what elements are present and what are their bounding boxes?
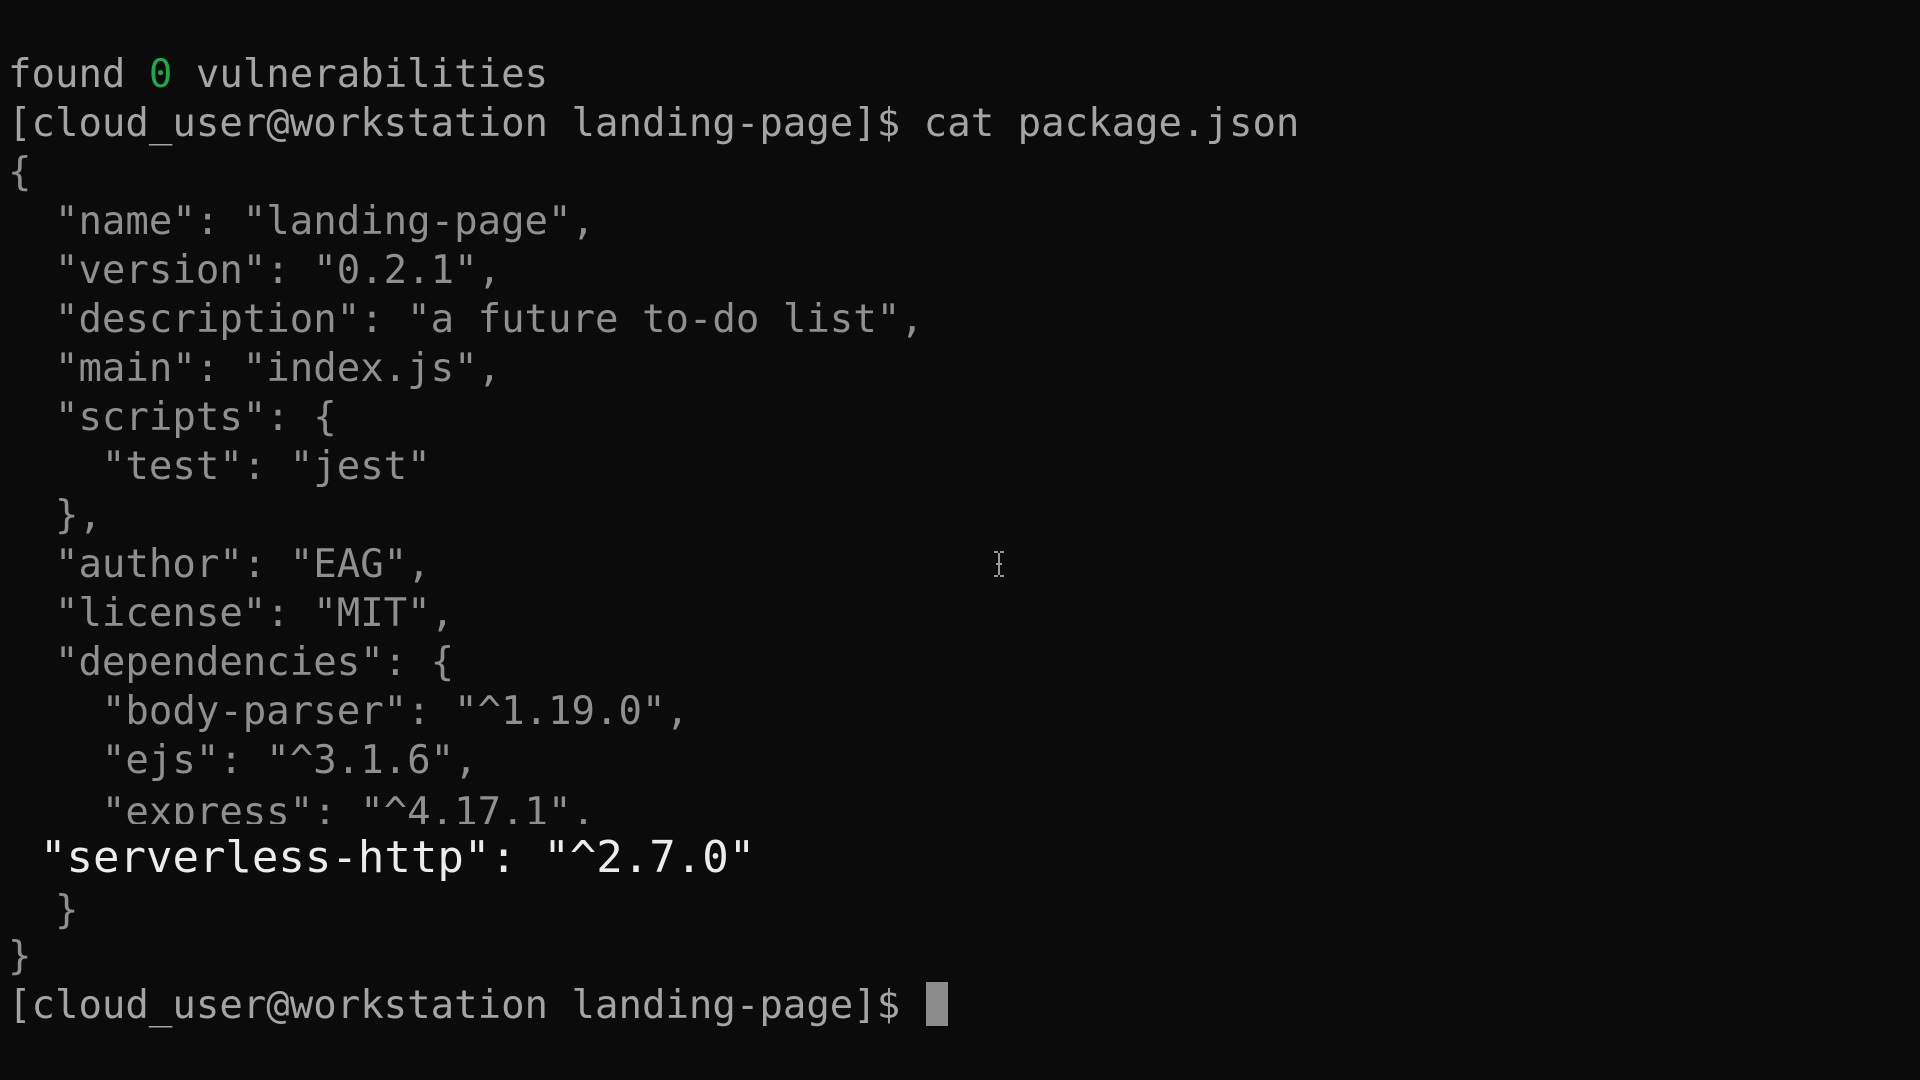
output-line: "main": "index.js", bbox=[8, 346, 502, 391]
final-command-line[interactable]: [cloud_user@workstation landing-page]$ bbox=[8, 981, 948, 1030]
output-line: "ejs": "^3.1.6", bbox=[8, 738, 478, 783]
output-line: "body-parser": "^1.19.0", bbox=[8, 689, 689, 734]
output-line: "test": "jest" bbox=[8, 444, 431, 489]
clipped-output-region: "express": "^4.17.1", bbox=[0, 780, 760, 824]
text-ibeam-cursor-icon bbox=[994, 551, 1004, 577]
output-line: "scripts": { bbox=[8, 395, 337, 440]
audit-result-line: found 0 vulnerabilities bbox=[8, 50, 548, 99]
output-line: "version": "0.2.1", bbox=[8, 248, 502, 293]
shell-prompt: [cloud_user@workstation landing-page]$ bbox=[8, 101, 924, 146]
output-line: "description": "a future to-do list", bbox=[8, 297, 924, 342]
output-line: { bbox=[8, 150, 32, 195]
output-line: } bbox=[8, 888, 79, 933]
terminal-window[interactable]: found 0 vulnerabilities [cloud_user@work… bbox=[0, 0, 1920, 1080]
shell-prompt: [cloud_user@workstation landing-page]$ bbox=[8, 983, 924, 1028]
output-line: "express": "^4.17.1", bbox=[8, 790, 595, 824]
output-line: }, bbox=[8, 493, 102, 538]
output-line: "license": "MIT", bbox=[8, 591, 455, 636]
vulnerability-count: 0 bbox=[148, 52, 173, 97]
output-line: "author": "EAG", bbox=[8, 542, 431, 587]
output-line: "dependencies": { bbox=[8, 640, 455, 685]
audit-prefix: found bbox=[8, 52, 149, 97]
output-line: } bbox=[8, 934, 32, 979]
command-text: cat package.json bbox=[923, 101, 1300, 146]
terminal-cursor bbox=[925, 982, 948, 1026]
output-line: "name": "landing-page", bbox=[8, 199, 595, 244]
command-line: [cloud_user@workstation landing-page]$ c… bbox=[8, 99, 1299, 148]
highlighted-dependency-line: "serverless-http": "^2.7.0" bbox=[40, 832, 756, 883]
audit-suffix: vulnerabilities bbox=[172, 52, 549, 97]
